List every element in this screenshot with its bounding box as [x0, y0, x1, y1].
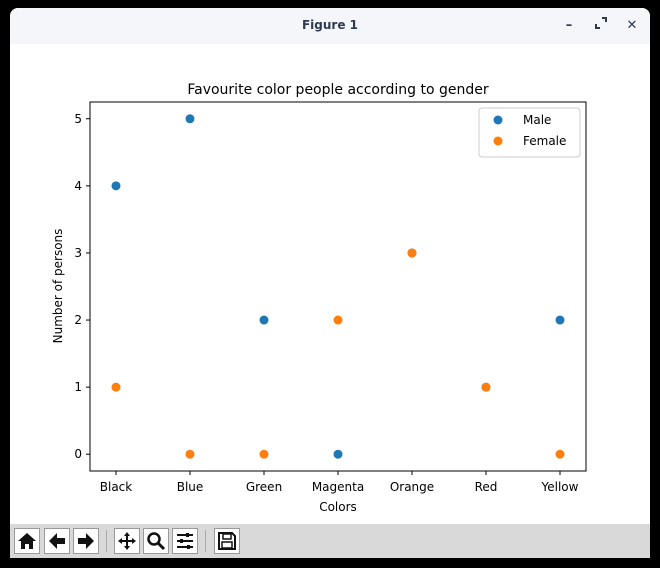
save-button[interactable]: [214, 528, 240, 554]
window-title: Figure 1: [301, 18, 359, 32]
legend: Male Female: [478, 107, 581, 158]
data-point-male: [111, 181, 121, 191]
legend-label-male: Male: [523, 113, 551, 127]
legend-marker-male: [493, 115, 503, 125]
data-point-female: [407, 248, 417, 258]
configure-subplots-icon: [177, 533, 193, 549]
legend-marker-female: [493, 136, 503, 146]
y-tick-label: 0: [74, 447, 82, 461]
y-tick-label: 4: [74, 179, 82, 193]
legend-label-female: Female: [523, 134, 566, 148]
y-tick-label: 1: [74, 380, 82, 394]
data-point-male: [555, 315, 565, 325]
home-icon: [18, 533, 36, 549]
data-point-female: [185, 449, 195, 459]
chart-canvas: Favourite color people according to gend…: [51, 82, 587, 514]
minimize-button[interactable]: –: [559, 16, 579, 36]
x-tick-label: Black: [100, 480, 133, 494]
toolbar-separator: [205, 530, 206, 552]
x-tick-label: Orange: [390, 480, 434, 494]
save-icon: [218, 532, 236, 550]
data-point-female: [111, 382, 121, 392]
x-tick-label: Blue: [177, 480, 204, 494]
x-tick-label: Yellow: [541, 480, 579, 494]
configure-subplots-button[interactable]: [172, 528, 198, 554]
close-button[interactable]: ✕: [622, 16, 642, 36]
forward-icon: [78, 533, 94, 549]
navigation-toolbar: [10, 524, 650, 558]
x-tick-label: Magenta: [312, 480, 364, 494]
zoom-icon: [147, 532, 166, 551]
x-axis-label: Colors: [319, 500, 357, 514]
data-point-male: [185, 114, 195, 124]
back-button[interactable]: [44, 528, 70, 554]
back-icon: [49, 533, 65, 549]
data-point-female: [259, 449, 269, 459]
data-point-male: [333, 449, 343, 459]
y-tick-label: 3: [74, 246, 82, 260]
data-point-female: [333, 315, 343, 325]
toolbar-separator: [106, 530, 107, 552]
zoom-button[interactable]: [143, 528, 169, 554]
maximize-button[interactable]: [591, 16, 611, 36]
chart-title: Favourite color people according to gend…: [187, 82, 489, 98]
data-point-female: [555, 449, 565, 459]
home-button[interactable]: [14, 528, 40, 554]
x-tick-label: Green: [246, 480, 282, 494]
forward-button[interactable]: [73, 528, 99, 554]
pan-button[interactable]: [114, 528, 140, 554]
y-tick-label: 2: [74, 313, 82, 327]
figure-window: Figure 1 – ✕ Favourite color people acco…: [10, 8, 650, 558]
title-bar: Figure 1 – ✕: [10, 8, 650, 44]
data-point-male: [259, 315, 269, 325]
x-tick-label: Red: [475, 480, 498, 494]
y-axis-label: Number of persons: [51, 229, 65, 344]
data-point-female: [481, 382, 491, 392]
pan-icon: [118, 532, 136, 550]
maximize-icon: [595, 17, 607, 29]
y-tick-label: 5: [74, 112, 82, 126]
